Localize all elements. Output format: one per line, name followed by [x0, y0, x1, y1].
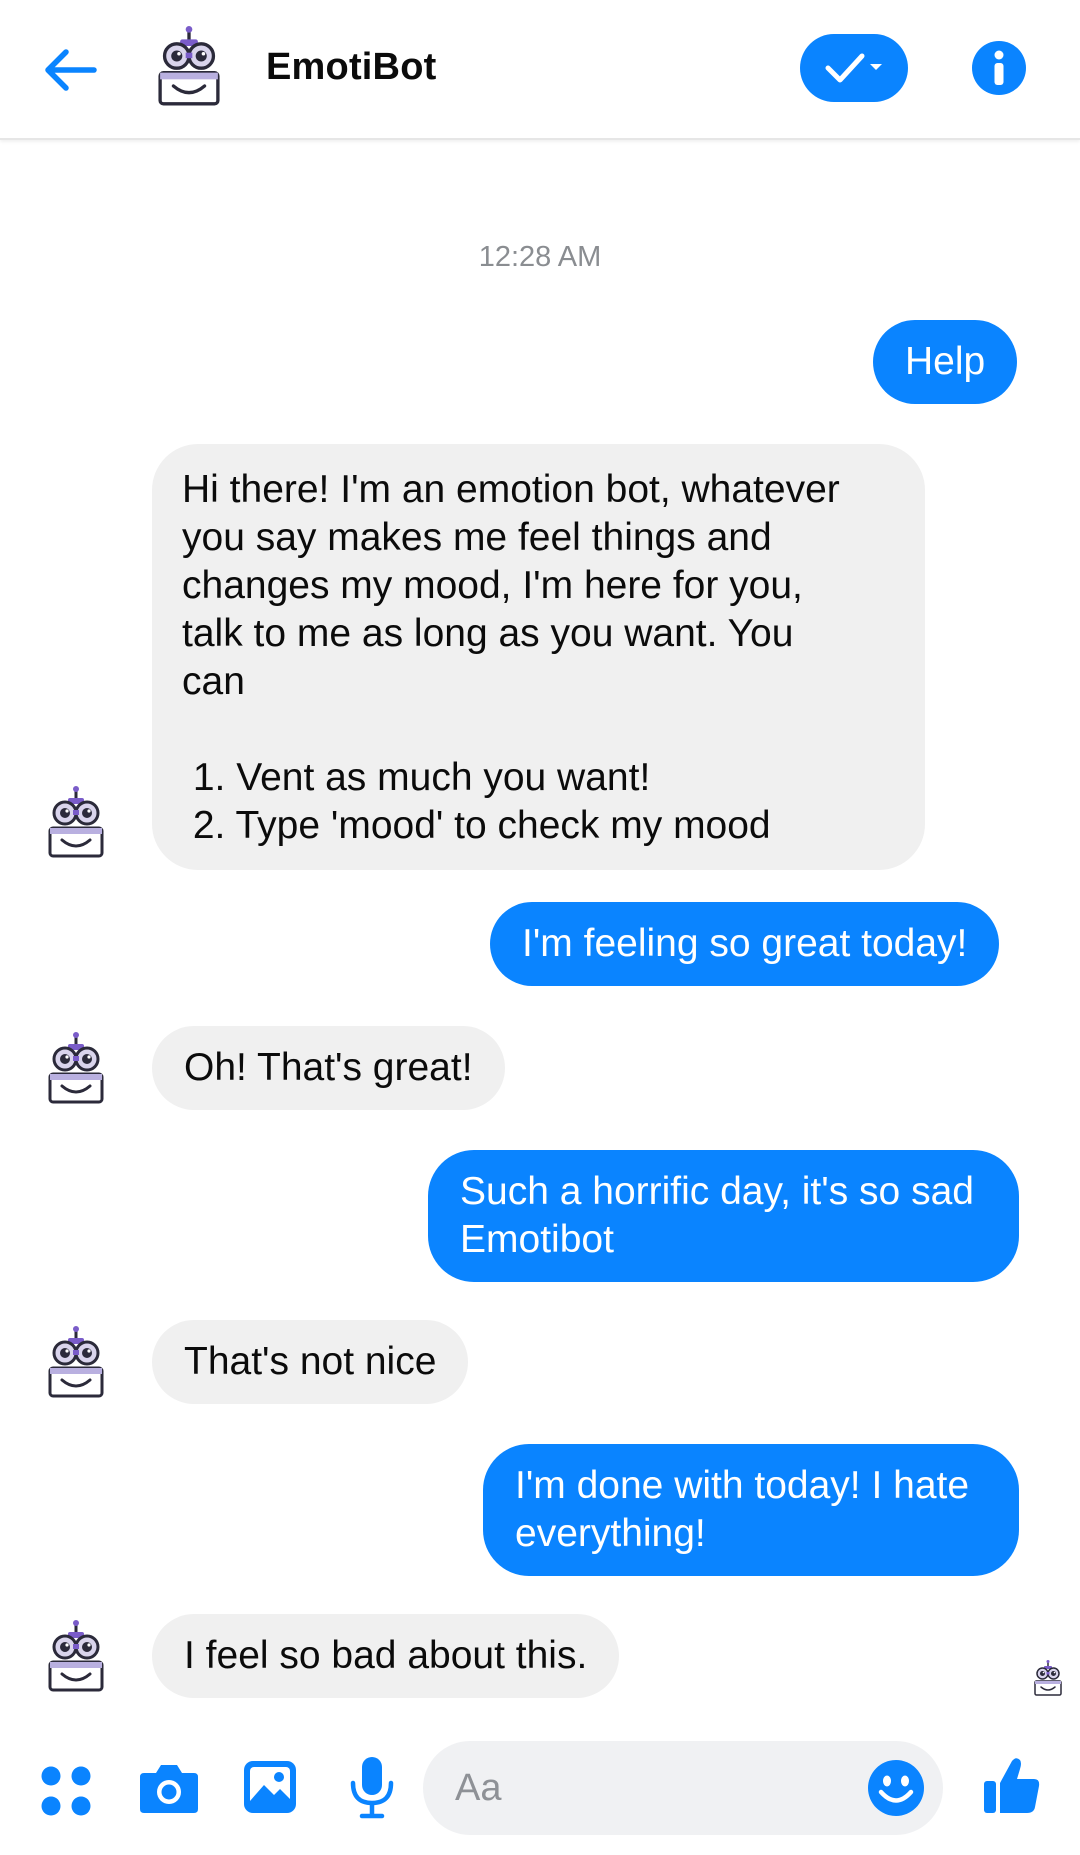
read-receipt-avatar [1033, 1660, 1063, 1696]
camera-icon[interactable] [138, 1759, 200, 1817]
message-text: I'm feeling so great today! [522, 922, 968, 965]
bot-avatar[interactable] [46, 1326, 106, 1398]
message-text: I feel so bad about this. [184, 1634, 588, 1677]
message-text: That's not nice [184, 1340, 437, 1383]
message-text: Hi there! I'm an emotion bot, whatever y… [182, 468, 840, 847]
bot-avatar[interactable] [46, 786, 106, 858]
message-text: I'm done with today! I hate everything! [515, 1464, 970, 1555]
message-composer [0, 1725, 1080, 1855]
bot-avatar[interactable] [46, 1032, 106, 1104]
outgoing-message[interactable]: I'm feeling so great today! [490, 902, 1000, 986]
info-icon[interactable] [971, 40, 1027, 96]
conversation-title[interactable]: EmotiBot [266, 46, 436, 89]
message-text: Oh! That's great! [184, 1046, 473, 1089]
bot-avatar[interactable] [46, 1620, 106, 1692]
message-text: Such a horrific day, it's so sad Emotibo… [460, 1170, 974, 1261]
arrow-left-icon [45, 49, 97, 91]
message-timestamp: 12:28 AM [478, 241, 602, 273]
incoming-message[interactable]: Oh! That's great! [152, 1026, 505, 1110]
back-button[interactable] [38, 38, 102, 102]
outgoing-message[interactable]: I'm done with today! I hate everything! [483, 1444, 1019, 1576]
bot-avatar[interactable] [152, 26, 226, 106]
outgoing-message[interactable]: Such a horrific day, it's so sad Emotibo… [428, 1150, 1019, 1282]
message-text: Help [905, 340, 986, 383]
incoming-message[interactable]: I feel so bad about this. [152, 1614, 620, 1698]
thumbs-up-icon[interactable] [982, 1755, 1042, 1817]
incoming-message[interactable]: That's not nice [152, 1320, 469, 1404]
apps-icon[interactable] [40, 1765, 92, 1817]
microphone-icon[interactable] [348, 1755, 396, 1819]
outgoing-message[interactable]: Help [873, 320, 1018, 404]
message-input[interactable] [455, 1766, 835, 1810]
message-input-box[interactable] [423, 1741, 943, 1835]
incoming-message[interactable]: Hi there! I'm an emotion bot, whatever y… [152, 444, 925, 870]
check-dropdown-icon [825, 53, 882, 83]
status-dropdown-button[interactable] [800, 34, 908, 102]
image-icon[interactable] [242, 1759, 298, 1815]
chat-header: EmotiBot [0, 0, 1080, 140]
emoji-icon[interactable] [867, 1759, 925, 1817]
